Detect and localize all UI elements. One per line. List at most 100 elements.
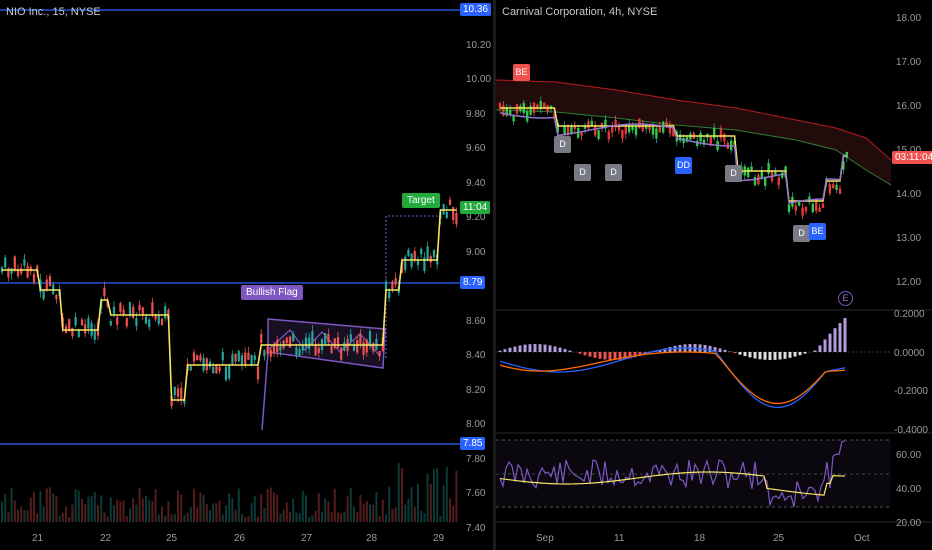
nio-time-tick: 28 (366, 533, 378, 544)
ccl-time-tick: 11 (614, 533, 625, 544)
nio-volume-bar (177, 490, 179, 522)
macd-signal-line (499, 351, 846, 405)
nio-volume-bar (55, 496, 58, 522)
nio-volume-bar (426, 473, 429, 522)
signal-marker[interactable]: D (554, 136, 571, 153)
nio-candle-body (10, 268, 13, 274)
nio-chart-pane[interactable]: NIO Inc., 15, NYSE 10.4010.2010.009.809.… (0, 0, 493, 550)
nio-volume-bar (314, 510, 317, 522)
nio-volume-bar (308, 516, 311, 522)
nio-volume-bar (388, 487, 391, 522)
signal-marker[interactable]: D (793, 225, 810, 242)
nio-volume-bar (285, 502, 288, 522)
nio-volume-bar (71, 504, 74, 522)
nio-candle-body (119, 303, 122, 312)
nio-volume-bars (1, 463, 458, 522)
nio-candle-body (448, 199, 452, 206)
nio-volume-bar (173, 514, 176, 522)
macd-hist-bar (568, 350, 572, 352)
nio-candle-body (16, 270, 20, 276)
nio-volume-bar (52, 493, 55, 522)
macd-hist-bar (533, 344, 537, 352)
nio-volume-bar (276, 494, 279, 522)
ccl-candle-body (798, 201, 801, 206)
ccl-candle-body (580, 132, 583, 136)
rsi-tick: 40.00 (896, 484, 922, 495)
nio-volume-bar (340, 513, 343, 522)
nio-candle-body (218, 366, 221, 372)
earnings-marker-icon[interactable]: E (838, 291, 853, 306)
nio-volume-bar (244, 516, 247, 522)
signal-marker[interactable]: D (725, 165, 742, 182)
ccl-candle-body (801, 207, 804, 216)
macd-hist-bar (588, 352, 592, 357)
nio-volume-bar (241, 514, 243, 522)
nio-volume-bar (349, 487, 352, 522)
target-label[interactable]: Target (402, 193, 440, 208)
ccl-price-tick: 14.00 (896, 189, 922, 200)
nio-candle-body (103, 287, 106, 297)
nio-volume-bar (228, 493, 231, 522)
nio-volume-bar (381, 499, 384, 522)
ccl-candle-body (515, 104, 519, 114)
nio-price-tick: 9.40 (466, 177, 486, 189)
nio-candle-body (87, 317, 90, 329)
nio-candle-body (237, 350, 240, 362)
ccl-chart-pane[interactable]: Carnival Corporation, 4h, NYSE 18.00 17.0… (496, 0, 932, 550)
nio-candle-body (84, 324, 87, 334)
ccl-candle-body (597, 130, 600, 139)
nio-volume-bar (4, 493, 7, 522)
nio-candle-body (452, 207, 455, 220)
nio-price-tick: 10.00 (466, 74, 492, 85)
signal-marker[interactable]: DD (675, 157, 692, 174)
nio-volume-bar (218, 500, 221, 522)
nio-price-chart[interactable] (0, 0, 493, 550)
ccl-candle-body (699, 132, 702, 142)
signal-marker[interactable]: D (605, 164, 622, 181)
macd-hist-bar (718, 348, 722, 352)
macd-hist-bar (523, 344, 527, 352)
signal-marker[interactable]: D (574, 164, 591, 181)
nio-candle-body (122, 309, 125, 315)
nio-candle-body (45, 279, 48, 291)
signal-marker[interactable]: BE (513, 64, 530, 81)
macd-hist-bar (733, 352, 737, 354)
nio-volume-bar (199, 492, 202, 522)
nio-price-tick: 8.40 (466, 350, 486, 361)
macd-hist-bar (608, 352, 612, 360)
macd-histogram (498, 318, 847, 360)
nio-candle-body (359, 333, 362, 344)
bullish-flag-label[interactable]: Bullish Flag (241, 285, 303, 300)
nio-candle-body (93, 330, 96, 340)
nio-volume-bar (45, 488, 48, 522)
nio-candle-body (324, 333, 327, 344)
ccl-price-tick: 17.00 (896, 57, 922, 68)
nio-volume-bar (439, 516, 442, 522)
nio-price-tick: 8.00 (466, 419, 486, 430)
nio-candle-body (80, 319, 84, 326)
ccl-candle-body (607, 131, 610, 140)
nio-volume-bar (253, 496, 256, 522)
nio-volume-bar (292, 498, 295, 522)
nio-candle-body (352, 345, 356, 352)
nio-volume-bar (359, 494, 362, 522)
macd-hist-bar (498, 350, 502, 352)
nio-volume-bar (164, 515, 167, 522)
signal-marker[interactable]: BE (809, 223, 826, 240)
nio-volume-bar (61, 512, 64, 522)
nio-volume-bar (250, 502, 253, 522)
nio-time-tick: 27 (301, 533, 313, 544)
nio-volume-bar (353, 506, 355, 522)
ccl-candle-body (747, 167, 750, 178)
ccl-candle-body (648, 126, 651, 130)
nio-volume-bar (445, 467, 448, 522)
macd-hist-bar (833, 328, 837, 352)
nio-volume-bar (225, 505, 227, 522)
nio-volume-bar (442, 485, 445, 522)
nio-volume-bar (417, 483, 419, 522)
nio-volume-bar (103, 512, 106, 522)
macd-hist-bar (763, 352, 767, 360)
nio-time-tick: 26 (234, 533, 246, 544)
nio-candle-body (148, 319, 151, 327)
ccl-price-chart[interactable] (496, 0, 932, 550)
